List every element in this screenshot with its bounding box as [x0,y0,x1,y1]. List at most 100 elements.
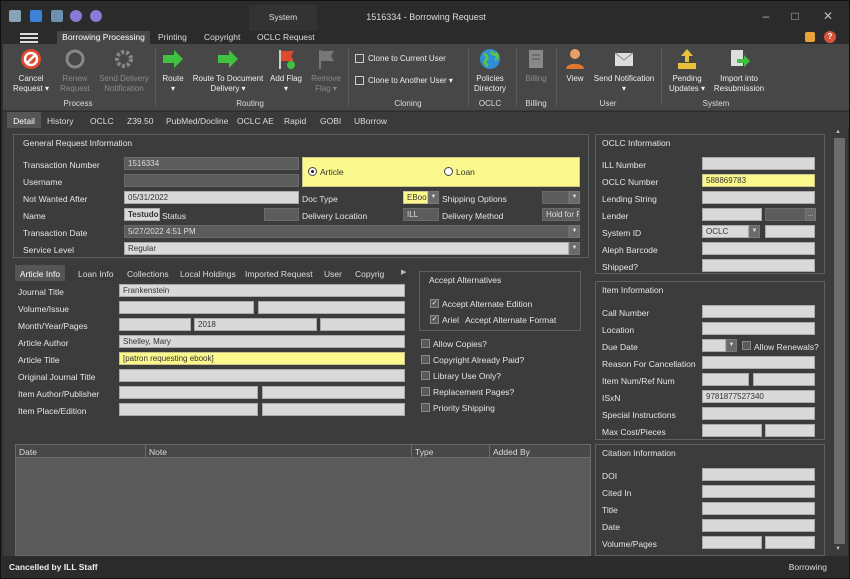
allow-renewals-checkbox[interactable] [742,341,751,350]
chevron-down-icon[interactable]: ▼ [749,225,760,238]
item-author-field[interactable] [119,386,258,399]
pending-updates-button[interactable]: Pending Updates ▾ [667,47,707,93]
shipped-field[interactable] [702,259,815,272]
delivery-method-field[interactable]: Hold for Pi [542,208,580,221]
tab-z3950[interactable]: Z39.50 [127,112,153,128]
help-icon[interactable]: ? [824,31,836,43]
item-num-field[interactable] [702,373,749,386]
remove-flag-button[interactable]: Remove Flag ▾ [309,47,343,93]
article-radio[interactable] [308,167,317,176]
ref-num-field[interactable] [753,373,815,386]
citation-pages-field[interactable] [765,536,815,549]
column-added-by[interactable]: Added By [490,445,590,458]
delivery-location-field[interactable]: ILL [403,208,439,221]
month-field[interactable] [119,318,191,331]
special-instructions-field[interactable] [702,407,815,420]
scroll-down-icon[interactable]: ▼ [835,546,841,552]
tab-printing[interactable]: Printing [158,31,187,44]
tab-gobi[interactable]: GOBI [320,112,341,128]
subtab-loan-info[interactable]: Loan Info [78,265,113,281]
oclc-number-field[interactable]: 588869783 [702,174,815,187]
replacement-pages-checkbox[interactable] [421,387,430,396]
lending-string-field[interactable] [702,191,815,204]
send-notification-button[interactable]: Send Notification ▾ [593,47,655,93]
send-delivery-notification-button[interactable]: Send Delivery Notification [96,47,152,93]
not-wanted-after-field[interactable]: 05/31/2022 [124,191,299,204]
subtab-article-info[interactable]: Article Info [15,265,65,281]
clone-to-another-user-button[interactable]: Clone to Another User ▾ [355,76,453,86]
billing-button[interactable]: Billing [521,47,551,84]
subtab-local-holdings[interactable]: Local Holdings [180,265,236,281]
article-title-field[interactable]: [patron requesting ebook] [119,352,405,365]
minimize-icon[interactable]: – [759,9,773,23]
doc-type-select[interactable]: EBook [403,191,428,204]
status-field[interactable] [264,208,299,221]
max-cost-field[interactable] [702,424,762,437]
column-note[interactable]: Note [146,445,412,458]
doi-field[interactable] [702,468,815,481]
subtab-collections[interactable]: Collections [127,265,169,281]
route-to-document-delivery-button[interactable]: Route To Document Delivery ▾ [191,47,265,93]
tab-oclc[interactable]: OCLC [90,112,114,128]
chevron-down-icon[interactable]: ▼ [428,191,439,204]
tab-detail[interactable]: Detail [7,112,41,128]
lender-field[interactable] [702,208,762,221]
item-edition-field[interactable] [262,403,405,416]
subtab-imported-request[interactable]: Imported Request [245,265,313,281]
cancel-request-button[interactable]: Cancel Request ▾ [11,47,51,93]
citation-title-field[interactable] [702,502,815,515]
item-place-field[interactable] [119,403,258,416]
tab-oclc-ae[interactable]: OCLC AE [237,112,274,128]
maximize-icon[interactable]: □ [788,9,802,23]
add-flag-button[interactable]: Add Flag ▾ [269,47,303,93]
import-into-resubmission-button[interactable]: Import into Resubmission [713,47,765,93]
subtab-user[interactable]: User [324,265,342,281]
call-number-field[interactable] [702,305,815,318]
shipping-options-select[interactable] [542,191,569,204]
tab-oclc-request[interactable]: OCLC Request [257,31,315,44]
hamburger-menu-icon[interactable] [20,31,38,43]
issue-field[interactable] [258,301,405,314]
route-button[interactable]: Route ▾ [158,47,188,93]
copyright-paid-checkbox[interactable] [421,355,430,364]
due-date-field[interactable] [702,339,726,352]
cited-in-field[interactable] [702,485,815,498]
chevron-down-icon[interactable]: ▼ [726,339,737,352]
service-level-select[interactable]: Regular [124,242,569,255]
lookup-ellipsis-icon[interactable]: … [805,208,816,221]
reason-for-cancellation-field[interactable] [702,356,815,369]
citation-date-field[interactable] [702,519,815,532]
year-field[interactable]: 2018 [194,318,317,331]
username-field[interactable] [124,174,299,187]
pages-field[interactable] [320,318,405,331]
column-date[interactable]: Date [16,445,146,458]
tab-borrowing-processing[interactable]: Borrowing Processing [57,31,150,44]
transaction-number-field[interactable]: 1516334 [124,157,299,170]
tab-history[interactable]: History [47,112,73,128]
tab-rapid[interactable]: Rapid [284,112,306,128]
volume-field[interactable] [119,301,254,314]
citation-volume-field[interactable] [702,536,762,549]
item-publisher-field[interactable] [262,386,405,399]
chevron-down-icon[interactable]: ▼ [569,225,580,238]
close-icon[interactable]: ✕ [821,9,835,23]
ariel-checkbox[interactable]: ✓ [430,315,439,324]
priority-shipping-checkbox[interactable] [421,403,430,412]
aleph-barcode-field[interactable] [702,242,815,255]
loan-radio[interactable] [444,167,453,176]
transaction-date-field[interactable]: 5/27/2022 4:51 PM [124,225,569,238]
subtab-copyright[interactable]: Copyrig [355,265,384,281]
chevron-right-icon[interactable]: ▶ [401,268,406,276]
column-type[interactable]: Type [412,445,490,458]
scrollbar-thumb[interactable] [834,138,845,544]
clone-to-current-user-button[interactable]: Clone to Current User [355,54,446,64]
location-field[interactable] [702,322,815,335]
allow-copies-checkbox[interactable] [421,339,430,348]
tab-pubmed-docline[interactable]: PubMed/Docline [166,112,228,128]
journal-title-field[interactable]: Frankenstein [119,284,405,297]
pieces-field[interactable] [765,424,815,437]
library-use-only-checkbox[interactable] [421,371,430,380]
accept-alternate-edition-checkbox[interactable]: ✓ [430,299,439,308]
view-user-button[interactable]: View [561,47,589,84]
system-id-extra-field[interactable] [765,225,815,238]
